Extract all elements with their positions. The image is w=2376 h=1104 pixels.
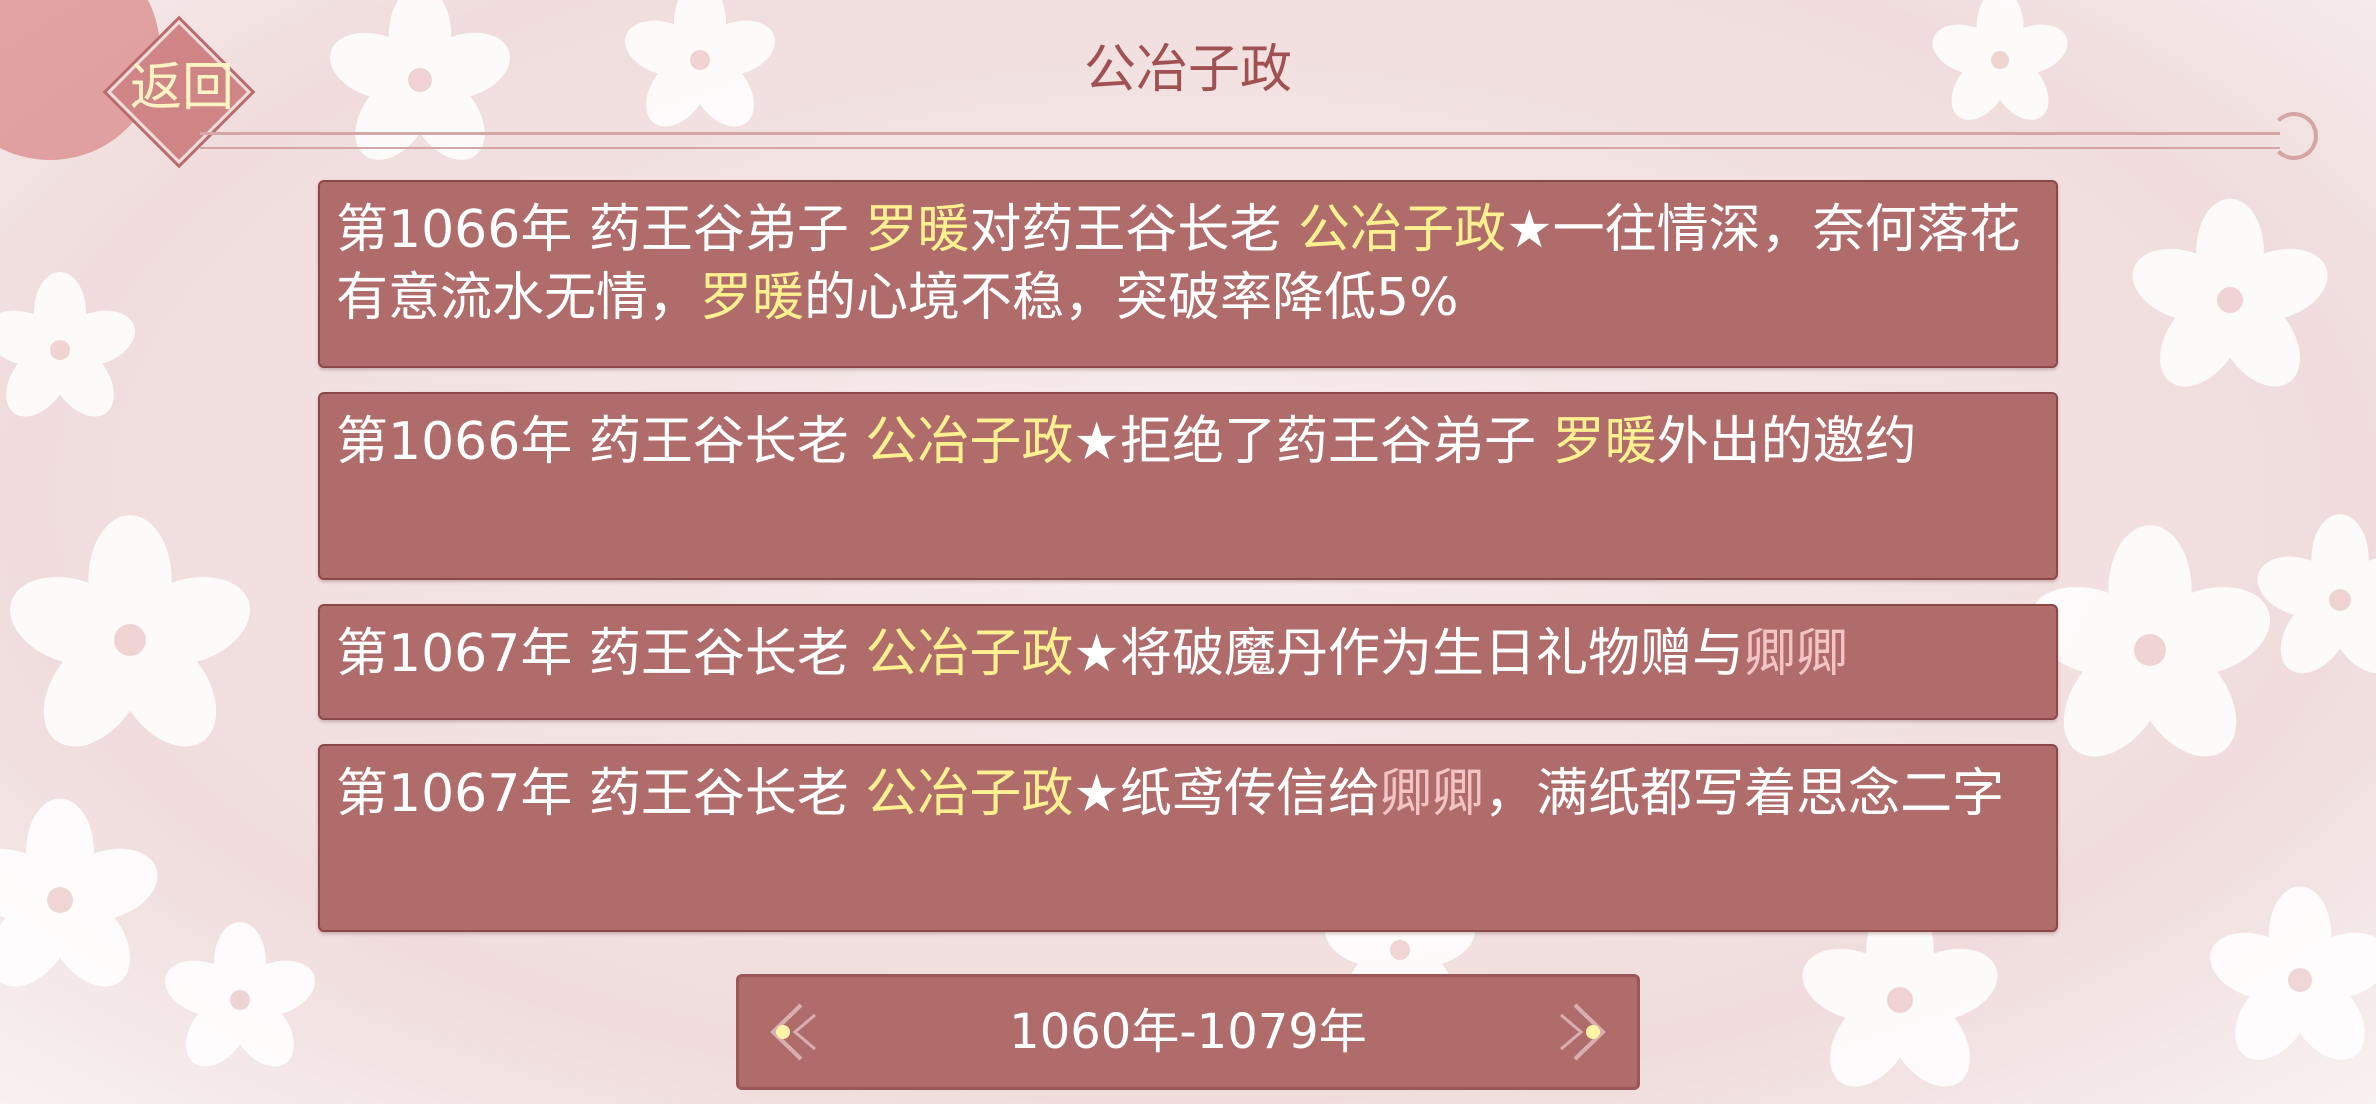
- event-name-highlight: 公冶子政: [1297, 200, 1506, 260]
- event-name-highlight: 卿卿: [1380, 764, 1485, 824]
- event-name-highlight: 罗暖: [865, 200, 970, 260]
- event-text: 第1067年 药王谷长老: [336, 624, 866, 684]
- event-entry: 第1066年 药王谷长老 公冶子政★拒绝了药王谷弟子 罗暖外出的邀约: [318, 392, 2058, 580]
- event-text: ，满纸都写着思念二字: [1484, 764, 2005, 824]
- event-text: ★纸鸢传信给: [1073, 764, 1381, 824]
- event-entry: 第1066年 药王谷弟子 罗暖对药王谷长老 公冶子政★一往情深，奈何落花有意流水…: [318, 180, 2058, 368]
- era-selector[interactable]: 1060年-1079年: [736, 974, 1640, 1090]
- swirl-ornament-icon: [2270, 112, 2318, 160]
- event-name-highlight: 罗暖: [700, 268, 805, 328]
- event-log-list: 第1066年 药王谷弟子 罗暖对药王谷长老 公冶子政★一往情深，奈何落花有意流水…: [318, 180, 2058, 956]
- era-range-label: 1060年-1079年: [1009, 1004, 1367, 1060]
- event-entry: 第1067年 药王谷长老 公冶子政★将破魔丹作为生日礼物赠与卿卿: [318, 604, 2058, 720]
- event-text: 第1067年 药王谷长老: [336, 764, 866, 824]
- event-text: 对药王谷长老: [969, 200, 1298, 260]
- event-name-highlight: 公冶子政: [865, 624, 1074, 684]
- event-text: 第1066年 药王谷长老: [336, 412, 866, 472]
- event-name-highlight: 公冶子政: [865, 764, 1074, 824]
- event-text: 外出的邀约: [1656, 412, 1917, 472]
- event-text: 的心境不稳，突破率降低5%: [804, 268, 1459, 328]
- event-name-highlight: 卿卿: [1744, 624, 1849, 684]
- event-name-highlight: 公冶子政: [865, 412, 1074, 472]
- event-text: ★将破魔丹作为生日礼物赠与: [1073, 624, 1745, 684]
- event-entry: 第1067年 药王谷长老 公冶子政★纸鸢传信给卿卿，满纸都写着思念二字: [318, 744, 2058, 932]
- event-name-highlight: 罗暖: [1552, 412, 1657, 472]
- chevron-right-icon[interactable]: [1545, 997, 1615, 1067]
- page-title: 公冶子政: [1083, 40, 1292, 100]
- header-divider: [200, 132, 2280, 149]
- event-text: 第1066年 药王谷弟子: [336, 200, 866, 260]
- event-text: ★拒绝了药王谷弟子: [1073, 412, 1553, 472]
